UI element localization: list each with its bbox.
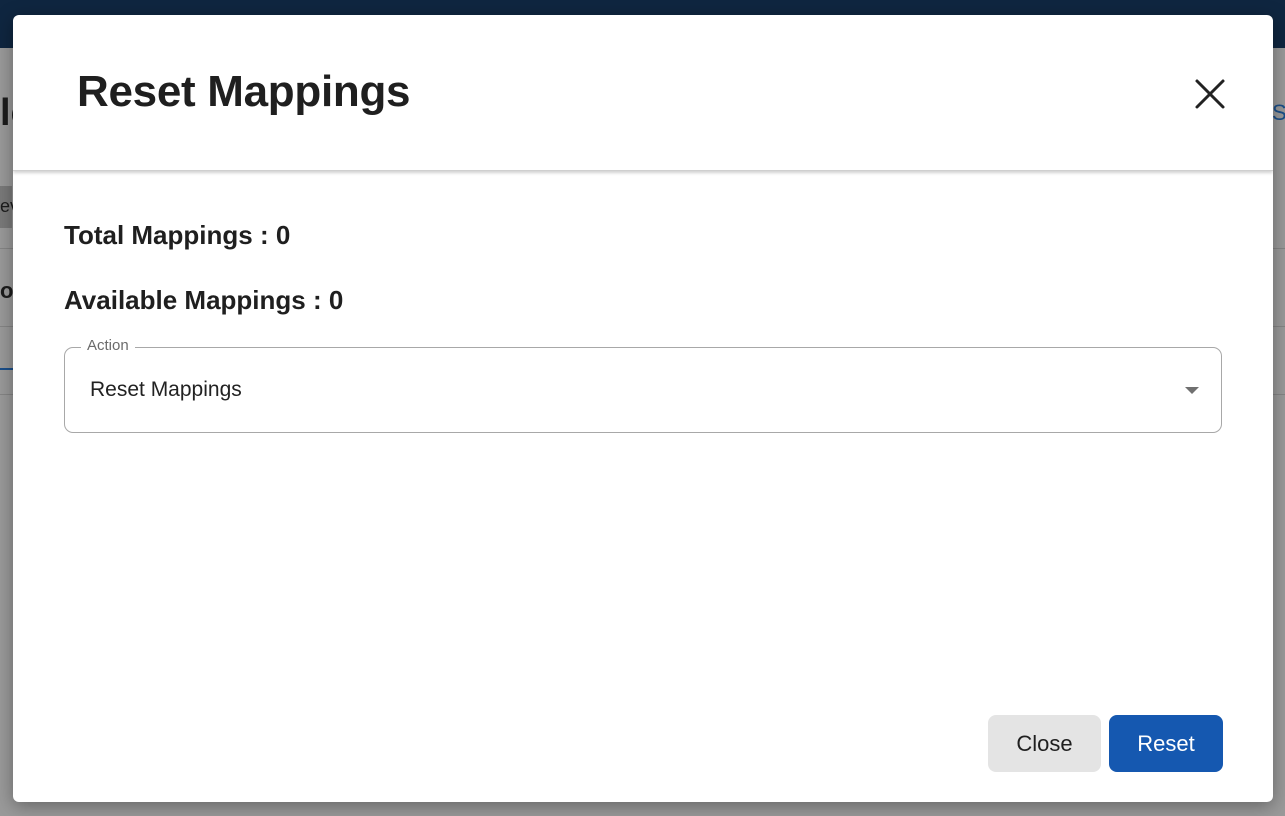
reset-mappings-dialog: Reset Mappings Total Mappings : 0 Availa…: [13, 15, 1273, 802]
close-dialog-button[interactable]: [1191, 75, 1229, 113]
dialog-header: Reset Mappings: [13, 15, 1273, 171]
close-icon: [1191, 75, 1229, 113]
total-mappings-text: Total Mappings : 0: [64, 220, 291, 250]
action-select-value: Reset Mappings: [90, 378, 242, 401]
close-button[interactable]: Close: [988, 715, 1101, 772]
available-mappings-text: Available Mappings : 0: [64, 285, 344, 315]
dialog-title: Reset Mappings: [77, 67, 411, 116]
background-link: S: [1272, 100, 1285, 125]
reset-button[interactable]: Reset: [1109, 715, 1223, 772]
action-select[interactable]: Action Reset Mappings: [64, 337, 1222, 433]
caret-down-icon: [1185, 387, 1199, 394]
action-select-label: Action: [81, 337, 135, 354]
